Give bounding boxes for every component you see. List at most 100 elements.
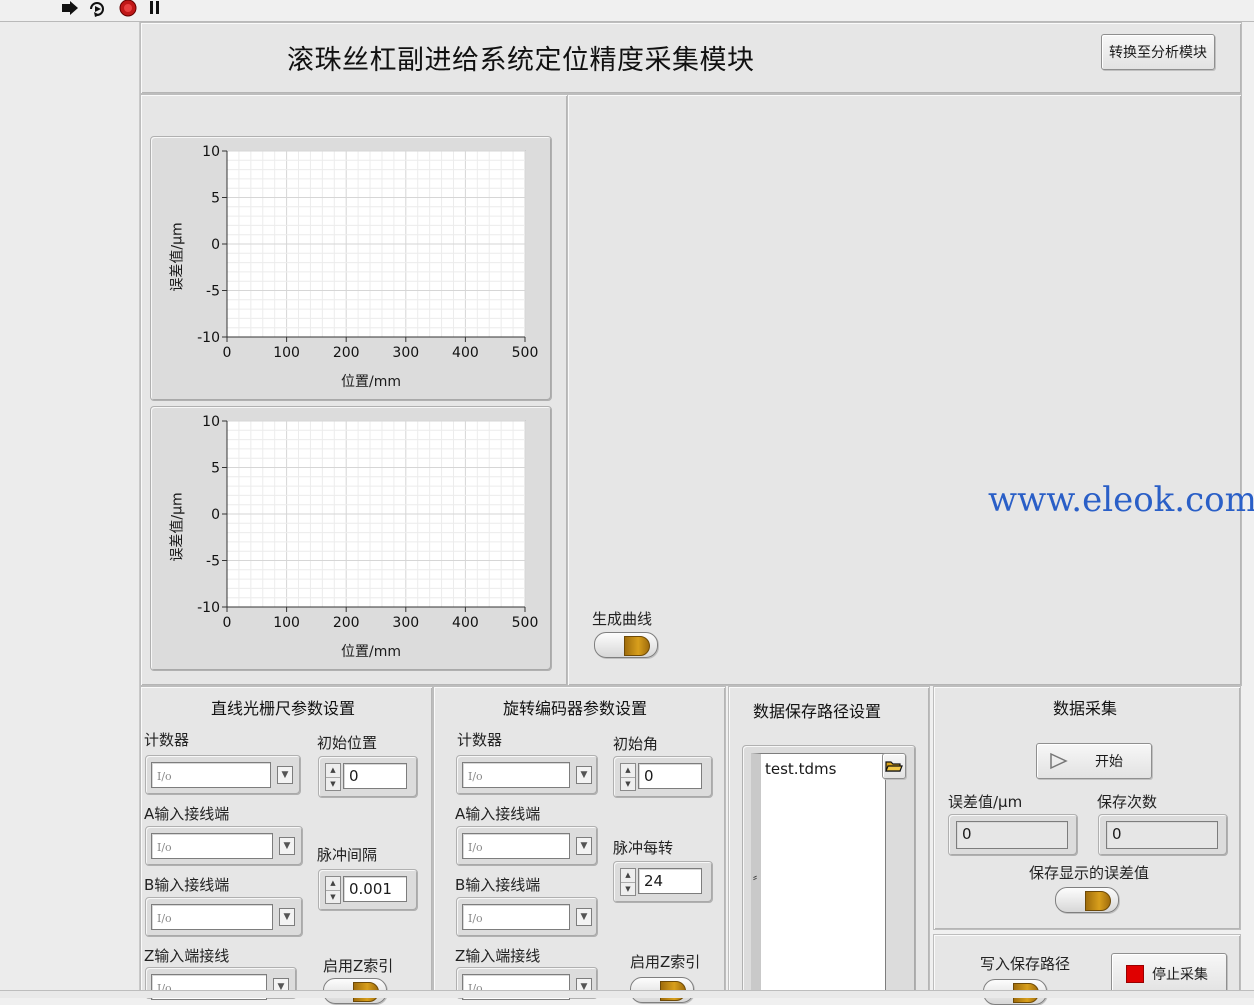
chevron-down-icon[interactable]: ▼ — [576, 908, 592, 926]
x-tick-label: 0 — [223, 345, 232, 361]
page-title: 滚珠丝杠副进给系统定位精度采集模块 — [287, 45, 755, 76]
a-input-field[interactable]: I/o — [462, 833, 570, 859]
pulse-interval-label: 脉冲间隔 — [317, 846, 378, 864]
pulse-interval-control: ▲ ▼ 0.001 — [318, 869, 418, 911]
stop-acquisition-button[interactable]: 停止采集 — [1111, 953, 1227, 995]
b-input-label: B输入接线端 — [455, 876, 541, 894]
vi-toolbar — [0, 0, 1254, 22]
save-count-field: 0 — [1106, 821, 1218, 849]
toggle-knob — [624, 636, 650, 656]
stepper-icon[interactable]: ▲ ▼ — [620, 763, 636, 791]
chevron-down-icon[interactable]: ▼ — [277, 766, 293, 784]
pulses-per-rev-field[interactable]: 24 — [638, 868, 702, 894]
run-arrow-icon[interactable] — [60, 0, 80, 17]
initial-position-label: 初始位置 — [317, 734, 378, 752]
linear-scale-heading: 直线光栅尺参数设置 — [211, 699, 356, 718]
y-tick-label: 10 — [202, 414, 220, 430]
io-name-icon: I/o — [468, 770, 483, 783]
switch-to-analysis-button[interactable]: 转换至分析模块 — [1101, 34, 1215, 70]
toggle-knob — [1085, 891, 1111, 911]
pause-icon[interactable] — [147, 0, 163, 17]
path-value: test.tdms — [765, 760, 837, 778]
x-tick-label: 400 — [452, 615, 479, 631]
stepper-icon[interactable]: ▲ ▼ — [325, 876, 341, 904]
pulses-per-rev-label: 脉冲每转 — [613, 839, 674, 857]
x-tick-label: 0 — [223, 615, 232, 631]
initial-angle-control: ▲ ▼ 0 — [613, 756, 713, 798]
x-tick-label: 100 — [273, 615, 300, 631]
save-path-panel: 数据保存路径设置 test.tdms ⸗ — [728, 686, 930, 997]
linear-scale-panel: 直线光栅尺参数设置 计数器 I/o ▼ 初始位置 ▲ ▼ 0 A输入接线端 I/o… — [140, 686, 433, 1004]
z-input-label: Z输入端接线 — [455, 947, 541, 965]
y-tick-label: -10 — [197, 330, 220, 346]
x-tick-label: 100 — [273, 345, 300, 361]
resize-handle-icon[interactable]: ⸗ — [753, 870, 757, 884]
x-axis-label: 位置/mm — [341, 374, 401, 390]
error-graph-2: 0 100 200 300 400 500 10 5 0 -5 -10 误差值/μm 位置/mm — [150, 406, 552, 671]
b-input-field[interactable]: I/o — [151, 904, 273, 930]
io-name-icon: I/o — [157, 912, 172, 925]
x-tick-label: 200 — [333, 345, 360, 361]
generate-curve-toggle[interactable] — [594, 632, 658, 658]
start-button[interactable]: 开始 — [1036, 743, 1152, 779]
initial-position-field[interactable]: 0 — [343, 763, 407, 789]
pulses-per-rev-control: ▲ ▼ 24 — [613, 861, 713, 903]
path-field[interactable]: test.tdms — [751, 753, 886, 995]
counter-control: I/o ▼ — [145, 755, 301, 795]
b-input-control: I/o ▼ — [456, 897, 598, 937]
counter-field[interactable]: I/o — [462, 762, 570, 788]
save-count-label: 保存次数 — [1097, 793, 1158, 811]
x-tick-label: 300 — [392, 345, 419, 361]
io-name-icon: I/o — [468, 912, 483, 925]
y-tick-label: -10 — [197, 600, 220, 616]
initial-position-control: ▲ ▼ 0 — [318, 756, 418, 798]
y-tick-label: -5 — [206, 284, 220, 300]
abort-stop-icon[interactable] — [118, 0, 138, 17]
y-tick-label: -5 — [206, 554, 220, 570]
x-tick-label: 300 — [392, 615, 419, 631]
stepper-icon[interactable]: ▲ ▼ — [620, 868, 636, 896]
y-tick-label: 10 — [202, 144, 220, 160]
a-input-control: I/o ▼ — [456, 826, 598, 866]
run-continuously-icon[interactable] — [87, 0, 109, 17]
chevron-down-icon[interactable]: ▼ — [576, 766, 592, 784]
rotary-encoder-panel: 旋转编码器参数设置 计数器 I/o ▼ 初始角 ▲ ▼ 0 A输入接线端 I/o … — [433, 686, 726, 1003]
error-value-field: 0 — [956, 821, 1068, 849]
rotary-encoder-heading: 旋转编码器参数设置 — [503, 699, 648, 718]
browse-folder-button[interactable] — [882, 753, 906, 779]
acquisition-panel: 数据采集 开始 误差值/μm 0 保存次数 0 保存显示的误差值 — [933, 686, 1241, 930]
folder-icon — [885, 761, 903, 772]
write-path-label: 写入保存路径 — [980, 955, 1071, 973]
chevron-down-icon[interactable]: ▼ — [576, 837, 592, 855]
a-input-label: A输入接线端 — [455, 805, 541, 823]
chevron-down-icon[interactable]: ▼ — [279, 908, 295, 926]
b-input-field[interactable]: I/o — [462, 904, 570, 930]
save-path-heading: 数据保存路径设置 — [753, 702, 882, 721]
x-tick-label: 500 — [512, 615, 539, 631]
io-name-icon: I/o — [157, 770, 172, 783]
y-tick-label: 5 — [211, 191, 220, 207]
a-input-field[interactable]: I/o — [151, 833, 273, 859]
stepper-icon[interactable]: ▲ ▼ — [325, 763, 341, 791]
initial-angle-field[interactable]: 0 — [638, 763, 702, 789]
x-axis-label: 位置/mm — [341, 644, 401, 660]
counter-control: I/o ▼ — [456, 755, 598, 795]
z-input-label: Z输入端接线 — [144, 947, 230, 965]
x-tick-label: 400 — [452, 345, 479, 361]
write-stop-panel: 写入保存路径 停止采集 — [933, 934, 1241, 1005]
error-graph-2-plot: 0 100 200 300 400 500 10 5 0 -5 -10 — [197, 414, 539, 631]
save-shown-error-toggle[interactable] — [1055, 887, 1119, 913]
counter-label: 计数器 — [144, 731, 190, 749]
io-name-icon: I/o — [157, 841, 172, 854]
save-count-indicator: 0 — [1098, 814, 1228, 856]
b-input-label: B输入接线端 — [144, 876, 230, 894]
save-path-control: test.tdms ⸗ — [742, 745, 916, 997]
title-panel: 滚珠丝杠副进给系统定位精度采集模块 转换至分析模块 — [140, 22, 1242, 94]
counter-field[interactable]: I/o — [151, 762, 271, 788]
error-value-indicator: 0 — [948, 814, 1078, 856]
display-panel — [567, 94, 1242, 686]
chevron-down-icon[interactable]: ▼ — [279, 837, 295, 855]
pulse-interval-field[interactable]: 0.001 — [343, 876, 407, 902]
error-graph-1: 0 100 200 300 400 500 10 5 0 -5 -10 误差值/μm 位置/mm — [150, 136, 552, 401]
y-axis-label: 误差值/μm — [170, 222, 187, 292]
